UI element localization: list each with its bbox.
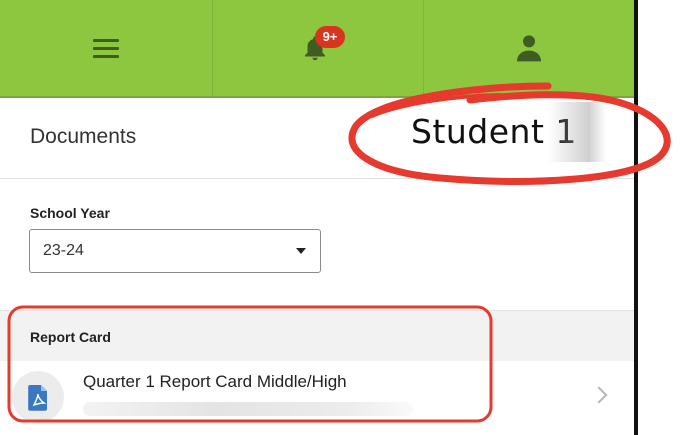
dropdown-caret-icon [296, 248, 306, 254]
page-title: Documents [30, 125, 137, 148]
school-year-label: School Year [30, 205, 110, 221]
frame-border [634, 0, 638, 435]
notifications-button[interactable]: 9+ [212, 0, 424, 96]
notification-count-badge: 9+ [315, 26, 345, 48]
bell-icon: 9+ [298, 26, 345, 68]
blurred-subtitle [83, 402, 413, 416]
school-year-select[interactable]: 23-24 [29, 229, 321, 273]
page-header: Documents Student 1 [0, 98, 634, 179]
top-navbar: 9+ [0, 0, 634, 98]
school-year-value: 23-24 [43, 242, 84, 259]
person-icon [517, 35, 541, 62]
student-name-label: Student 1 [411, 112, 577, 151]
report-card-section-header: Report Card [0, 310, 634, 362]
chevron-right-icon [590, 386, 608, 404]
pdf-file-icon [28, 385, 47, 411]
profile-button[interactable] [424, 0, 634, 96]
document-list-item[interactable]: Quarter 1 Report Card Middle/High [0, 361, 634, 435]
hamburger-menu-icon [93, 38, 119, 58]
menu-button[interactable] [0, 0, 212, 96]
document-title: Quarter 1 Report Card Middle/High [83, 372, 347, 391]
section-title: Report Card [30, 329, 111, 345]
app-frame: 9+ Documents Student 1 School Year 23-24… [0, 0, 634, 435]
